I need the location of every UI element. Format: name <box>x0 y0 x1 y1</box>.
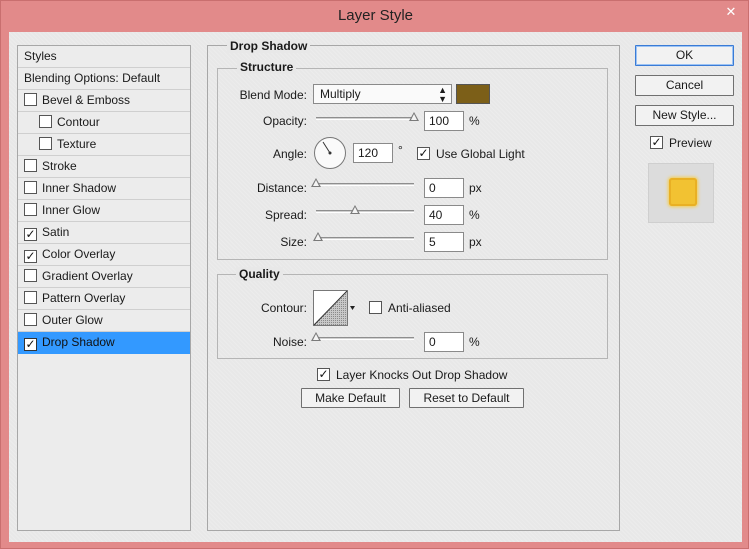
preview-checkbox[interactable]: ✓ <box>650 136 663 149</box>
style-item-label: Bevel & Emboss <box>42 93 131 107</box>
blend-mode-value: Multiply <box>320 87 361 101</box>
preview-label: Preview <box>669 136 712 150</box>
style-checkbox[interactable] <box>24 181 37 194</box>
style-item-label: Inner Shadow <box>42 181 117 195</box>
styles-item[interactable]: ✓ Color Overlay <box>18 244 190 266</box>
style-checkbox[interactable] <box>24 313 37 326</box>
size-slider-thumb[interactable] <box>312 232 323 241</box>
noise-slider-thumb[interactable] <box>311 332 321 341</box>
angle-dial-icon[interactable] <box>313 136 347 170</box>
style-checkbox[interactable] <box>39 115 52 128</box>
spread-unit: % <box>469 208 480 222</box>
ok-button[interactable]: OK <box>635 45 734 66</box>
styles-header[interactable]: Styles <box>18 46 190 68</box>
style-checkbox[interactable]: ✓ <box>24 338 37 351</box>
style-checkbox[interactable] <box>24 291 37 304</box>
anti-aliased-checkbox[interactable] <box>369 301 382 314</box>
style-item-label: Satin <box>42 225 70 239</box>
style-item-label: Gradient Overlay <box>42 269 133 283</box>
spread-label: Spread: <box>264 208 307 222</box>
noise-input[interactable]: 0 <box>424 332 464 352</box>
style-checkbox[interactable] <box>39 137 52 150</box>
style-checkbox[interactable] <box>24 269 37 282</box>
quality-title: Quality <box>236 267 283 281</box>
angle-input[interactable]: 120 <box>353 143 393 163</box>
styles-item[interactable]: Bevel & Emboss <box>18 90 190 112</box>
styles-item[interactable]: Pattern Overlay <box>18 288 190 310</box>
layer-knocks-out-label: Layer Knocks Out Drop Shadow <box>336 368 508 382</box>
angle-label: Angle: <box>272 147 307 161</box>
distance-slider[interactable] <box>316 183 414 186</box>
spread-slider[interactable] <box>316 210 414 213</box>
structure-title: Structure <box>237 60 297 74</box>
use-global-light-label: Use Global Light <box>436 147 525 161</box>
opacity-unit: % <box>469 114 480 128</box>
preview-swatch <box>669 178 697 206</box>
blending-options-item[interactable]: Blending Options: Default <box>18 68 190 90</box>
close-icon[interactable]: ✕ <box>714 1 748 22</box>
distance-label: Distance: <box>256 181 307 195</box>
new-style-button[interactable]: New Style... <box>635 105 734 126</box>
style-item-label: Contour <box>57 115 100 129</box>
styles-item[interactable]: Inner Glow <box>18 200 190 222</box>
spread-input[interactable]: 40 <box>424 205 464 225</box>
preview-thumbnail <box>648 163 714 223</box>
select-arrows-icon: ▲ ▼ <box>438 85 447 104</box>
style-checkbox[interactable] <box>24 93 37 106</box>
styles-item[interactable]: Gradient Overlay <box>18 266 190 288</box>
size-unit: px <box>469 235 482 249</box>
layer-knocks-out-checkbox[interactable]: ✓ <box>317 368 330 381</box>
blend-mode-label: Blend Mode: <box>239 88 307 102</box>
use-global-light-checkbox[interactable]: ✓ <box>417 147 430 160</box>
styles-item[interactable]: Contour <box>18 112 190 134</box>
window-title: Layer Style <box>337 7 414 24</box>
contour-label: Contour: <box>260 301 307 315</box>
shadow-color-swatch[interactable] <box>456 84 490 104</box>
spread-slider-thumb[interactable] <box>350 205 361 214</box>
opacity-slider[interactable] <box>316 117 414 120</box>
style-item-label: Texture <box>57 137 97 151</box>
style-item-label: Color Overlay <box>42 247 116 261</box>
noise-slider[interactable] <box>316 337 414 340</box>
styles-item[interactable]: Texture <box>18 134 190 156</box>
anti-aliased-label: Anti-aliased <box>388 301 451 315</box>
layer-style-dialog: Layer Style ✕ Styles Blending Options: D… <box>0 0 749 549</box>
cancel-button[interactable]: Cancel <box>635 75 734 96</box>
make-default-button[interactable]: Make Default <box>301 388 400 408</box>
angle-unit: ° <box>398 143 403 157</box>
style-checkbox[interactable] <box>24 159 37 172</box>
size-label: Size: <box>280 235 307 249</box>
opacity-input[interactable]: 100 <box>424 111 464 131</box>
distance-slider-thumb[interactable] <box>311 178 321 187</box>
contour-picker-icon[interactable] <box>313 290 355 326</box>
style-item-label: Outer Glow <box>42 313 103 327</box>
blend-mode-select[interactable]: Multiply ▲ ▼ <box>313 84 452 104</box>
styles-item[interactable]: Inner Shadow <box>18 178 190 200</box>
noise-unit: % <box>469 335 480 349</box>
opacity-slider-thumb[interactable] <box>409 112 419 121</box>
noise-label: Noise: <box>272 335 307 349</box>
size-input[interactable]: 5 <box>424 232 464 252</box>
drop-shadow-title: Drop Shadow <box>227 39 311 53</box>
styles-list: Styles Blending Options: Default Bevel &… <box>17 45 191 531</box>
styles-item[interactable]: ✓ Drop Shadow <box>18 332 190 354</box>
style-checkbox[interactable]: ✓ <box>24 228 37 241</box>
style-checkbox[interactable]: ✓ <box>24 250 37 263</box>
style-item-label: Pattern Overlay <box>42 291 126 305</box>
styles-item[interactable]: ✓ Satin <box>18 222 190 244</box>
dialog-body: Styles Blending Options: Default Bevel &… <box>9 32 742 542</box>
styles-item[interactable]: Outer Glow <box>18 310 190 332</box>
styles-item[interactable]: Stroke <box>18 156 190 178</box>
opacity-label: Opacity: <box>262 114 307 128</box>
style-item-label: Stroke <box>42 159 77 173</box>
style-checkbox[interactable] <box>24 203 37 216</box>
style-item-label: Inner Glow <box>42 203 101 217</box>
size-slider[interactable] <box>316 237 414 240</box>
distance-input[interactable]: 0 <box>424 178 464 198</box>
distance-unit: px <box>469 181 482 195</box>
reset-to-default-button[interactable]: Reset to Default <box>409 388 524 408</box>
style-item-label: Drop Shadow <box>42 335 115 349</box>
